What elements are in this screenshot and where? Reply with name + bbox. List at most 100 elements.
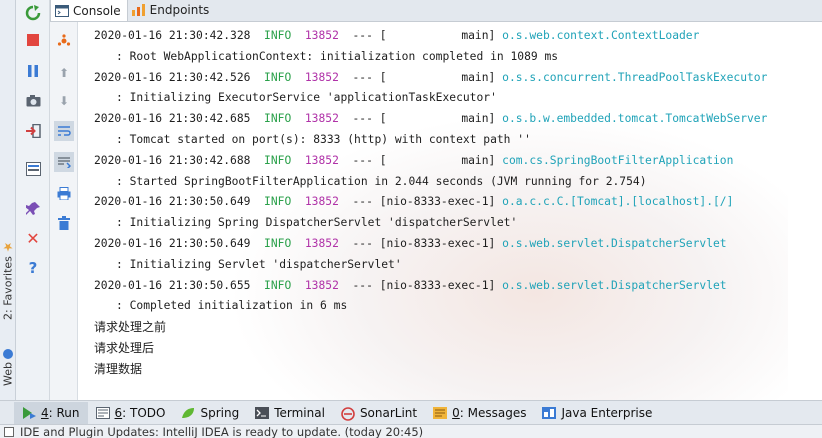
- log-level: INFO: [264, 153, 292, 167]
- web-tab[interactable]: Web: [0, 342, 16, 386]
- pin-icon[interactable]: [23, 199, 43, 219]
- log-line: 2020-01-16 21:30:42.685 INFO 13852 --- […: [94, 109, 767, 130]
- log-pid: 13852: [304, 29, 339, 42]
- tool-label: Java Enterprise: [561, 406, 652, 420]
- stop-icon[interactable]: [23, 30, 43, 50]
- tool-java-enterprise[interactable]: Java Enterprise: [534, 402, 660, 424]
- log-lines: 2020-01-16 21:30:42.328 INFO 13852 --- […: [78, 26, 767, 380]
- tool-spring[interactable]: Spring: [173, 402, 247, 424]
- log-thread: [nio-8333-exec-1]: [379, 195, 496, 209]
- log-timestamp: 2020-01-16 21:30:50.649: [94, 195, 251, 209]
- tab-endpoints[interactable]: Endpoints: [128, 0, 216, 21]
- log-thread: main]: [386, 153, 496, 167]
- pause-icon[interactable]: [23, 61, 43, 81]
- log-message: : Completed initialization in 6 ms: [116, 299, 348, 313]
- log-timestamp: 2020-01-16 21:30:42.685: [94, 112, 251, 126]
- tool-label-text: Java Enterprise: [561, 405, 653, 420]
- log-message: : Initializing Spring DispatcherServlet …: [116, 216, 518, 230]
- tool-sonarlint[interactable]: SonarLint: [333, 402, 425, 424]
- print-icon[interactable]: [54, 183, 74, 203]
- log-thread: [nio-8333-exec-1]: [379, 278, 496, 292]
- log-separator: ---: [352, 195, 380, 209]
- status-toggle-icon[interactable]: [4, 426, 14, 437]
- soft-wrap-icon[interactable]: [54, 121, 74, 141]
- log-timestamp: 2020-01-16 21:30:42.328: [94, 29, 251, 42]
- console-text-line: 清理数据: [94, 361, 143, 376]
- tab-console-label: Console: [73, 3, 121, 18]
- log-logger[interactable]: com.cs.SpringBootFilterApplication: [502, 154, 733, 167]
- help-icon[interactable]: ?: [23, 258, 43, 278]
- scroll-up-icon[interactable]: ⬆: [54, 63, 74, 83]
- favorites-label: 2: Favorites: [1, 256, 15, 320]
- log-separator: --- [: [352, 29, 387, 42]
- log-line: 2020-01-16 21:30:42.526 INFO 13852 --- […: [94, 68, 767, 89]
- favorites-tab[interactable]: 2: Favorites ★: [0, 232, 16, 320]
- log-pid: 13852: [304, 112, 339, 126]
- log-line: 2020-01-16 21:30:42.328 INFO 13852 --- […: [94, 26, 767, 47]
- log-thread: main]: [386, 29, 496, 42]
- console-text-line: 请求处理之前: [94, 320, 167, 335]
- login-icon[interactable]: [23, 121, 43, 141]
- tool-terminal[interactable]: Terminal: [247, 402, 333, 424]
- log-logger[interactable]: o.s.s.concurrent.ThreadPoolTaskExecutor: [502, 71, 767, 84]
- rerun-icon[interactable]: [23, 3, 43, 23]
- tool-label: Terminal: [274, 406, 325, 420]
- tool-run[interactable]: 4: Run: [14, 401, 88, 424]
- log-message: : Tomcat started on port(s): 8333 (http)…: [116, 132, 531, 146]
- run-tabs: Console Endpoints: [50, 0, 822, 22]
- log-line: 2020-01-16 21:30:50.655 INFO 13852 --- […: [94, 276, 767, 297]
- spring-boot-icon[interactable]: [54, 31, 74, 51]
- tool-messages[interactable]: 0: Messages: [425, 402, 534, 424]
- tool-label-text: Terminal: [274, 405, 325, 420]
- web-icon: [3, 349, 13, 360]
- log-pid: 13852: [304, 236, 339, 250]
- log-level: INFO: [264, 112, 292, 126]
- log-message: : Initializing Servlet 'dispatcherServle…: [116, 257, 402, 271]
- log-level: INFO: [264, 278, 292, 292]
- log-thread: main]: [386, 112, 496, 126]
- console-toolbar: ⬆ ⬇: [50, 22, 78, 400]
- log-logger[interactable]: o.a.c.c.C.[Tomcat].[localhost].[/]: [502, 195, 733, 208]
- console-text-line: 请求处理后: [94, 340, 155, 355]
- log-thread: main]: [386, 70, 496, 84]
- tool-label-text: : Messages: [459, 405, 527, 420]
- status-text[interactable]: IDE and Plugin Updates: IntelliJ IDEA is…: [20, 425, 423, 438]
- log-line: 2020-01-16 21:30:50.649 INFO 13852 --- […: [94, 192, 767, 213]
- spring-icon: [181, 407, 195, 419]
- terminal-icon: [255, 406, 270, 419]
- log-logger[interactable]: o.s.web.context.ContextLoader: [502, 29, 699, 42]
- log-pid: 13852: [304, 195, 339, 209]
- log-logger[interactable]: o.s.b.w.embedded.tomcat.TomcatWebServer: [502, 112, 767, 125]
- log-pid: 13852: [304, 70, 339, 84]
- log-level: INFO: [264, 236, 292, 250]
- log-thread: [nio-8333-exec-1]: [379, 236, 496, 250]
- run-toolbar: ✕ ?: [16, 0, 50, 400]
- tool-mnemonic: 0: [452, 405, 460, 420]
- tool-label: Spring: [200, 406, 239, 420]
- camera-icon[interactable]: [23, 91, 43, 111]
- tool-label: 4: Run: [41, 406, 80, 420]
- scroll-to-end-icon[interactable]: [54, 152, 74, 172]
- tool-label-text: : TODO: [122, 405, 166, 420]
- tool-label-text: : Run: [48, 405, 80, 420]
- tool-todo[interactable]: 6: TODO: [88, 402, 174, 424]
- tool-label: 6: TODO: [115, 406, 166, 420]
- log-timestamp: 2020-01-16 21:30:42.688: [94, 153, 251, 167]
- layout-icon[interactable]: [23, 159, 43, 179]
- log-logger[interactable]: o.s.web.servlet.DispatcherServlet: [502, 237, 726, 250]
- log-logger[interactable]: o.s.web.servlet.DispatcherServlet: [502, 279, 726, 292]
- close-icon[interactable]: ✕: [23, 229, 43, 249]
- trash-icon[interactable]: [54, 213, 74, 233]
- tool-label-text: Spring: [200, 405, 240, 420]
- log-timestamp: 2020-01-16 21:30:50.649: [94, 236, 251, 250]
- log-level: INFO: [264, 195, 292, 209]
- run-icon: [22, 406, 36, 419]
- console-output[interactable]: 2020-01-16 21:30:42.328 INFO 13852 --- […: [78, 22, 822, 400]
- log-message: : Root WebApplicationContext: initializa…: [116, 49, 559, 63]
- log-message: : Initializing ExecutorService 'applicat…: [116, 91, 497, 105]
- log-separator: ---: [352, 278, 380, 292]
- scroll-down-icon[interactable]: ⬇: [54, 91, 74, 111]
- log-pid: 13852: [304, 153, 339, 167]
- tab-console[interactable]: Console: [50, 0, 128, 21]
- tool-mnemonic: 6: [114, 405, 123, 420]
